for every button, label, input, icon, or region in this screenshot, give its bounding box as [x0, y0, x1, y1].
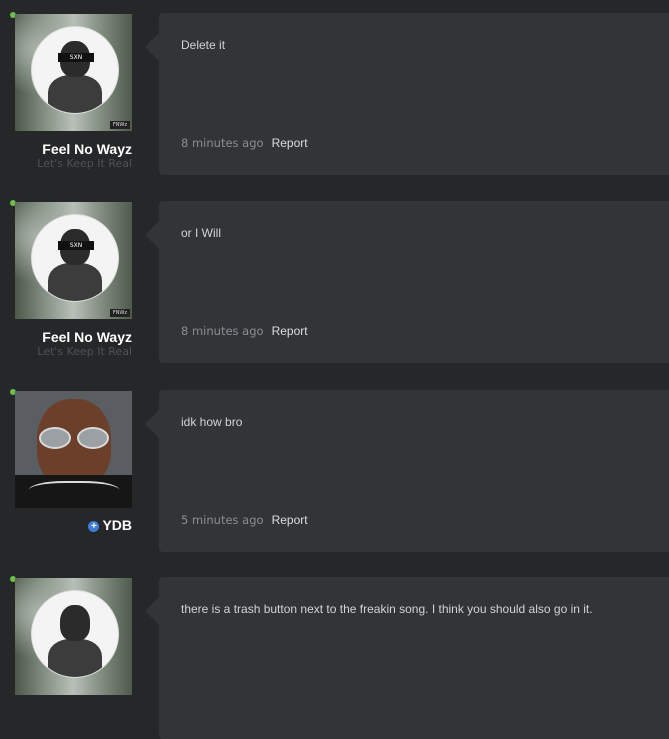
avatar-portrait: SXN — [31, 214, 119, 302]
comment-bubble: or I Will 8 minutes ago Report — [145, 201, 669, 363]
avatar[interactable]: SXN FNWz — [15, 14, 132, 131]
comment-text: idk how bro — [181, 415, 243, 429]
report-link[interactable]: Report — [272, 136, 308, 150]
comment-text: Delete it — [181, 38, 226, 52]
report-link[interactable]: Report — [272, 324, 308, 338]
sunglasses — [39, 427, 109, 449]
timestamp: 8 minutes ago — [181, 324, 264, 338]
user-title: Let's Keep It Real — [37, 157, 132, 170]
comment-meta: 8 minutes ago Report — [181, 324, 308, 338]
comment-text: there is a trash button next to the frea… — [181, 602, 593, 616]
avatar-portrait — [31, 590, 119, 678]
avatar-bar-text: SXN — [58, 53, 94, 62]
avatar[interactable]: SXN FNWz — [15, 202, 132, 319]
avatar-tag: FNWz — [109, 121, 130, 129]
avatar-portrait: SXN — [31, 26, 119, 114]
comment-bubble: there is a trash button next to the frea… — [145, 577, 669, 739]
username-text: YDB — [102, 517, 132, 533]
comment-text: or I Will — [181, 226, 221, 240]
comment-meta: 5 minutes ago Report — [181, 513, 308, 527]
avatar-tag: FNWz — [109, 309, 130, 317]
timestamp: 8 minutes ago — [181, 136, 264, 150]
timestamp: 5 minutes ago — [181, 513, 264, 527]
avatar-bar-text: SXN — [58, 241, 94, 250]
username[interactable]: Feel No Wayz — [42, 329, 132, 345]
report-link[interactable]: Report — [272, 513, 308, 527]
username[interactable]: + YDB — [88, 517, 132, 533]
avatar[interactable] — [15, 578, 132, 695]
plus-icon: + — [88, 521, 100, 532]
user-title: Let's Keep It Real — [37, 345, 132, 358]
comment-bubble: Delete it 8 minutes ago Report — [145, 13, 669, 175]
username[interactable]: Feel No Wayz — [42, 141, 132, 157]
comment-bubble: idk how bro 5 minutes ago Report — [145, 390, 669, 552]
comment-meta: 8 minutes ago Report — [181, 136, 308, 150]
avatar[interactable] — [15, 391, 132, 508]
